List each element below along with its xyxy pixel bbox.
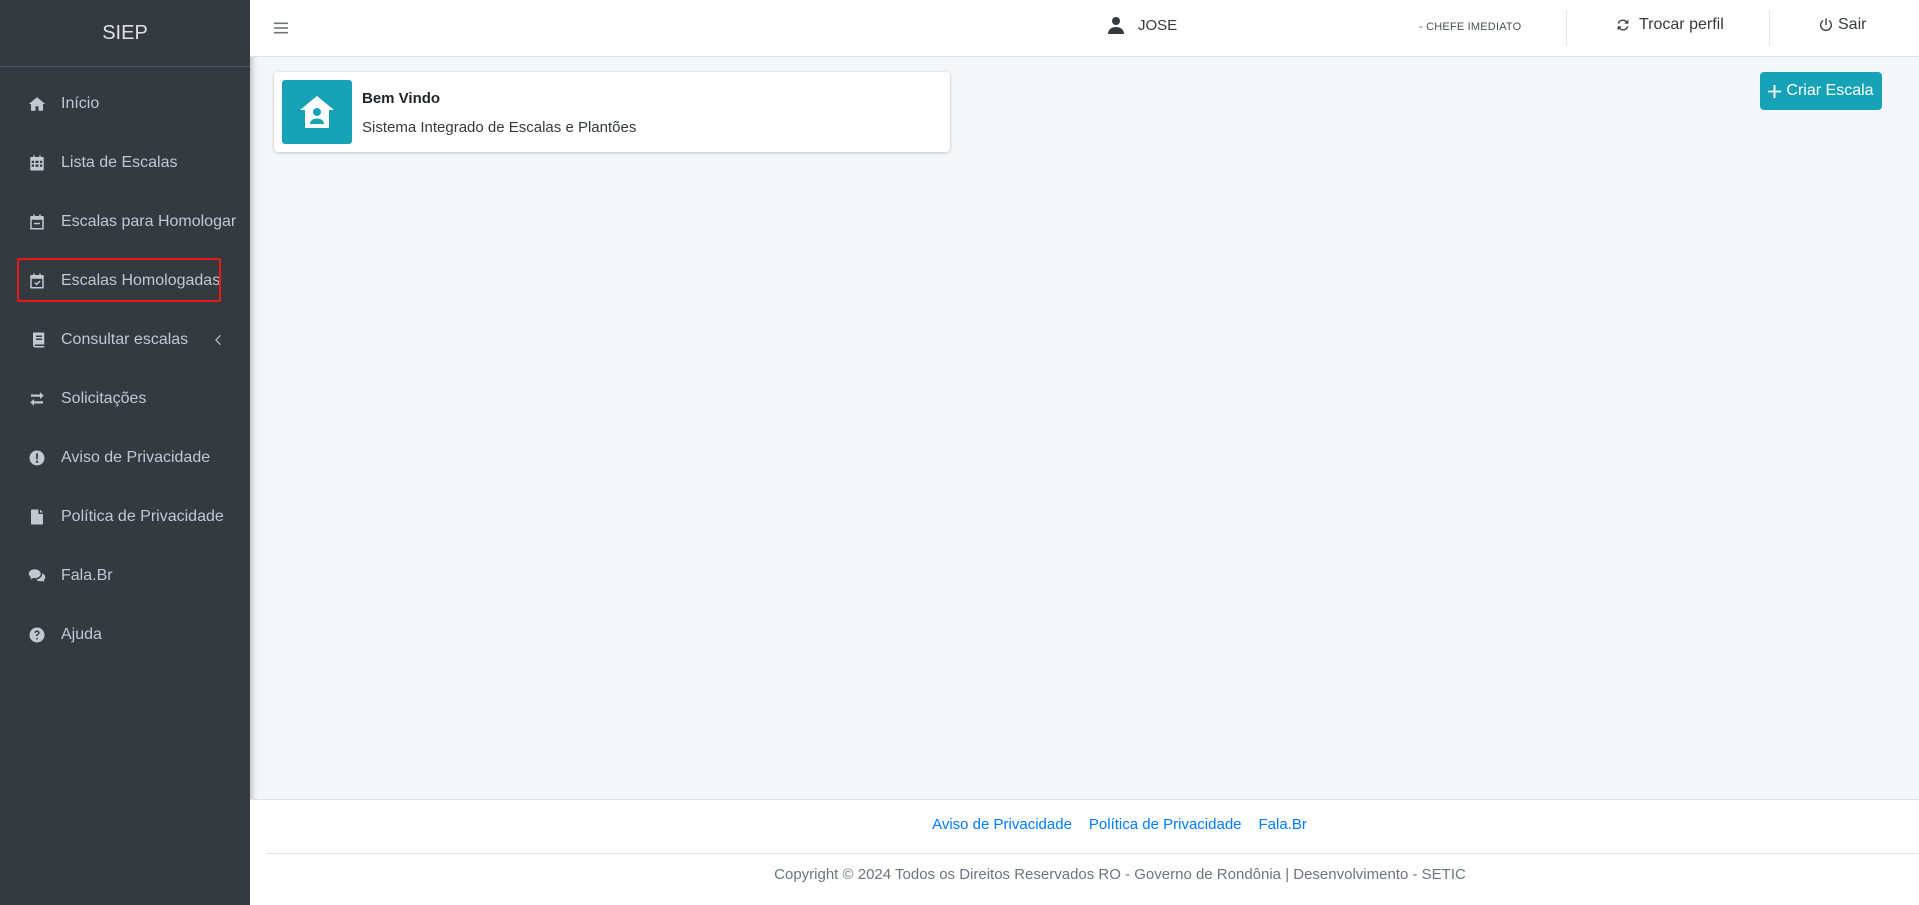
user-name: JOSE (1138, 16, 1178, 34)
sidebar-item-lista-de-escalas[interactable]: Lista de Escalas (0, 133, 250, 192)
book-icon (29, 330, 49, 350)
create-escala-label: Criar Escala (1786, 82, 1874, 99)
power-icon (1820, 18, 1832, 32)
home-user-icon (282, 80, 352, 144)
brand-logo[interactable]: SIEP (0, 0, 250, 67)
sidebar-item-inicio[interactable]: Início (0, 74, 250, 133)
divider (1566, 11, 1567, 45)
sidebar-item-label: Política de Privacidade (61, 507, 224, 525)
create-escala-button[interactable]: Criar Escala (1760, 72, 1882, 110)
home-icon (27, 94, 47, 114)
sidebar-item-ajuda[interactable]: Ajuda (0, 605, 250, 664)
file-icon (27, 507, 47, 527)
sidebar-item-label: Ajuda (61, 625, 102, 643)
footer: Aviso de Privacidade Política de Privaci… (250, 799, 1919, 905)
sidebar-item-label: Lista de Escalas (61, 153, 178, 171)
plus-icon (1768, 84, 1782, 98)
calendar-check-icon (27, 271, 47, 291)
sidebar-item-label: Início (61, 94, 100, 112)
sidebar-item-escalas-homologadas[interactable]: Escalas Homologadas (0, 251, 250, 310)
sidebar-item-label: Aviso de Privacidade (61, 448, 211, 466)
welcome-title: Bem Vindo (362, 90, 441, 107)
top-navbar: JOSE - CHEFE IMEDIATO Trocar perfil Sair (250, 0, 1919, 57)
sidebar-item-aviso-de-privacidade[interactable]: Aviso de Privacidade (0, 428, 250, 487)
sidebar-item-label: Solicitações (61, 389, 147, 407)
exclamation-circle-icon (27, 448, 47, 468)
welcome-subtitle: Sistema Integrado de Escalas e Plantões (362, 119, 637, 136)
question-circle-icon (27, 625, 47, 645)
sidebar-item-fala-br[interactable]: Fala.Br (0, 546, 250, 605)
exchange-icon (27, 389, 47, 409)
comments-icon (27, 566, 47, 586)
welcome-card: Bem Vindo Sistema Integrado de Escalas e… (274, 72, 950, 152)
sidebar-item-label: Consultar escalas (61, 330, 189, 348)
footer-link-politica[interactable]: Política de Privacidade (1089, 816, 1242, 833)
footer-link-fala-br[interactable]: Fala.Br (1259, 816, 1307, 833)
sidebar-item-label: Fala.Br (61, 566, 113, 584)
sidebar-item-politica-de-privacidade[interactable]: Política de Privacidade (0, 487, 250, 546)
sidebar-item-label: Escalas Homologadas (61, 271, 221, 289)
sidebar-item-solicitacoes[interactable]: Solicitações (0, 369, 250, 428)
sidebar-item-escalas-para-homologar[interactable]: Escalas para Homologar (0, 192, 250, 251)
switch-profile-button[interactable]: Trocar perfil (1615, 16, 1724, 34)
logout-label: Sair (1838, 16, 1867, 33)
footer-links: Aviso de Privacidade Política de Privaci… (250, 816, 1919, 833)
divider (1769, 11, 1770, 45)
calendar-grid-icon (27, 153, 47, 173)
sidebar: SIEP Início Lista de Escalas Escalas par… (0, 0, 250, 905)
chevron-left-icon[interactable] (212, 333, 226, 347)
switch-profile-label: Trocar perfil (1639, 16, 1724, 33)
copyright-text: Copyright © 2024 Todos os Direitos Reser… (774, 866, 1466, 883)
user-info: JOSE (1108, 16, 1177, 34)
user-icon (1108, 16, 1138, 34)
calendar-minus-icon (27, 212, 47, 232)
sync-icon (1617, 19, 1629, 31)
hamburger-menu-icon[interactable] (273, 20, 289, 36)
footer-link-aviso[interactable]: Aviso de Privacidade (932, 816, 1072, 833)
sidebar-nav: Início Lista de Escalas Escalas para Hom… (0, 67, 250, 664)
logout-button[interactable]: Sair (1818, 16, 1866, 34)
sidebar-item-label: Escalas para Homologar (61, 212, 237, 230)
sidebar-item-consultar-escalas[interactable]: Consultar escalas (0, 310, 250, 369)
footer-divider (266, 853, 1919, 854)
user-role: - CHEFE IMEDIATO (1419, 21, 1522, 33)
